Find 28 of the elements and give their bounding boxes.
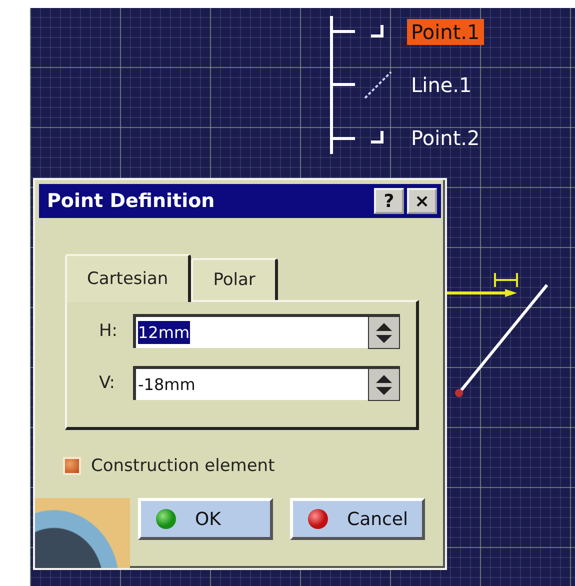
close-button[interactable]: × [407, 188, 437, 214]
tab[interactable]: Polar [191, 258, 278, 300]
help-button[interactable]: ? [374, 188, 404, 214]
ok-button[interactable]: OK [138, 498, 273, 540]
input-field[interactable]: -18mm [133, 366, 400, 400]
tab[interactable]: Cartesian [65, 254, 192, 302]
point-icon [371, 131, 385, 146]
checkbox-label: Construction element [91, 456, 275, 476]
checkbox[interactable] [63, 457, 81, 475]
line-icon [363, 70, 393, 100]
spinner-button[interactable] [368, 368, 400, 401]
input-field[interactable]: 12mm [133, 314, 400, 348]
ball-icon [155, 508, 177, 530]
cancel-button[interactable]: Cancel [290, 498, 425, 540]
field-label: V: [99, 373, 116, 393]
tree-branch [333, 136, 355, 140]
tree-item[interactable]: Line.1 [407, 72, 476, 98]
spinner-button[interactable] [368, 316, 400, 349]
up-down-arrows-icon [374, 372, 394, 396]
ball-icon [307, 508, 329, 530]
tree-item[interactable]: Point.1 [407, 18, 484, 45]
dialog-title: Point Definition [47, 190, 216, 212]
up-down-arrows-icon [374, 320, 394, 344]
tree-branch [333, 83, 355, 86]
tree-branch [333, 30, 355, 34]
field-label: H: [99, 321, 119, 341]
point-icon [371, 24, 385, 39]
tree-item[interactable]: Point.2 [407, 125, 484, 152]
